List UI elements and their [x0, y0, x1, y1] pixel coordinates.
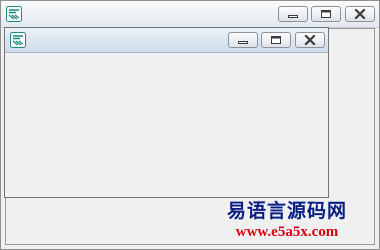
inner-client-area — [7, 53, 326, 195]
maximize-button[interactable] — [311, 6, 341, 22]
minimize-button[interactable] — [278, 6, 308, 22]
app-icon[interactable] — [10, 32, 26, 48]
close-icon — [354, 9, 366, 19]
maximize-icon — [321, 10, 331, 18]
minimize-icon — [238, 41, 248, 44]
close-icon — [304, 35, 316, 45]
outer-title-bar[interactable] — [1, 1, 379, 28]
close-button[interactable] — [295, 32, 325, 48]
watermark-site-name: 易语言源码网 — [226, 200, 347, 222]
watermark-url: www.e5a5x.com — [235, 224, 339, 240]
minimize-icon — [288, 15, 298, 18]
maximize-icon — [271, 36, 281, 44]
maximize-button[interactable] — [261, 32, 291, 48]
inner-window — [4, 27, 329, 198]
close-button[interactable] — [345, 6, 375, 22]
app-icon[interactable] — [6, 6, 22, 22]
minimize-button[interactable] — [228, 32, 258, 48]
inner-title-bar[interactable] — [5, 28, 328, 53]
watermark: 易语言源码网 www.e5a5x.com — [212, 199, 362, 241]
